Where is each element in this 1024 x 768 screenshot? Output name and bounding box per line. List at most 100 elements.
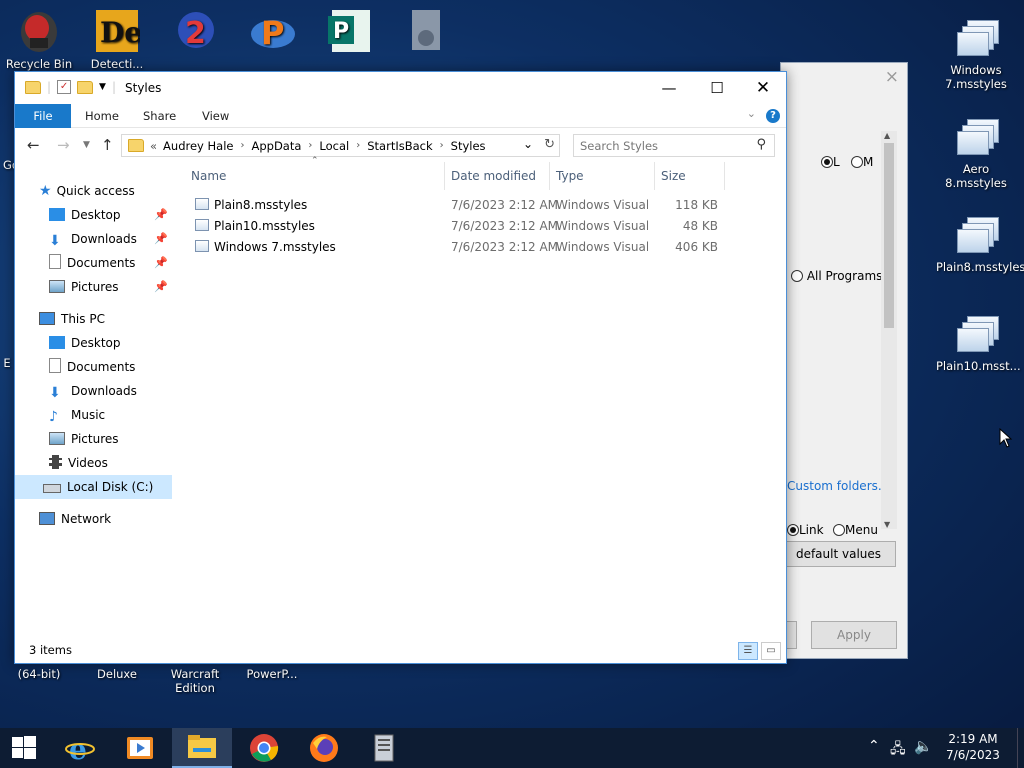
custom-folders-link[interactable]: Custom folders... xyxy=(787,479,889,493)
customize-toolbar-icon[interactable]: ▼ xyxy=(99,82,106,92)
msstyles-file-icon xyxy=(953,18,999,60)
radio-empty-icon xyxy=(791,270,803,282)
desktop-icon-detective[interactable]: De Detecti... xyxy=(78,8,156,71)
search-input[interactable]: Search Styles ⚲ xyxy=(573,134,775,157)
taskbar-internet-explorer[interactable]: e xyxy=(50,728,110,768)
back-arrow-icon[interactable]: ← xyxy=(27,136,40,154)
column-header-type[interactable]: Type xyxy=(550,162,655,190)
volume-icon[interactable]: 🔈 xyxy=(914,737,933,755)
system-clock[interactable]: 2:19 AM 7/6/2023 xyxy=(940,731,1006,763)
taskbar-file-explorer[interactable] xyxy=(172,728,232,768)
nav-pc-music[interactable]: ♪ Music xyxy=(15,403,172,427)
desktop-icon-plain8-msstyles[interactable]: Plain8.msstyles xyxy=(936,215,1024,274)
breadcrumb-startisback[interactable]: StartIsBack xyxy=(367,139,432,153)
scroll-down-icon[interactable]: ▼ xyxy=(884,520,890,529)
radio-all-programs[interactable]: All Programs xyxy=(791,269,882,283)
pin-icon[interactable]: 📌 xyxy=(154,275,168,299)
desktop-icon-gear[interactable] xyxy=(386,8,464,57)
nav-pc-desktop[interactable]: Desktop xyxy=(15,331,172,355)
pin-icon[interactable]: 📌 xyxy=(154,251,168,275)
scroll-up-icon[interactable]: ▲ xyxy=(884,131,890,140)
radio-menu[interactable]: Menu xyxy=(833,523,878,537)
nav-network[interactable]: Network xyxy=(15,507,172,531)
up-arrow-icon[interactable]: ↑ xyxy=(101,136,114,154)
expand-ribbon-icon[interactable]: ⌄ xyxy=(747,107,756,120)
column-header-name[interactable]: Name xyxy=(185,162,445,190)
nav-quick-access[interactable]: ★ Quick access xyxy=(15,179,172,203)
nav-qa-downloads[interactable]: ⬇ Downloads 📌 xyxy=(15,227,172,251)
desktop-icon-label: Plain8.msstyles xyxy=(936,260,1024,274)
recent-locations-chevron-icon[interactable]: ▼ xyxy=(83,140,90,150)
help-icon[interactable]: ? xyxy=(766,109,780,123)
breadcrumb-separator-icon[interactable]: › xyxy=(240,140,244,151)
breadcrumb-separator-icon[interactable]: › xyxy=(308,140,312,151)
apply-button[interactable]: Apply xyxy=(811,621,897,649)
scrollbar-thumb[interactable] xyxy=(884,143,894,328)
large-icons-view-icon[interactable]: ▭ xyxy=(761,642,781,660)
settings-scrollbar[interactable]: ▲ ▼ xyxy=(881,131,897,529)
svg-text:De: De xyxy=(100,16,140,49)
maximize-button[interactable]: ☐ xyxy=(694,72,740,104)
default-values-button[interactable]: default values xyxy=(781,541,896,567)
firefox-icon xyxy=(310,734,338,762)
radio-link[interactable]: Link xyxy=(787,523,824,537)
address-dropdown-icon[interactable]: ⌄ xyxy=(523,137,533,151)
tab-file[interactable]: File xyxy=(15,104,71,128)
breadcrumb-separator-icon[interactable]: › xyxy=(440,140,444,151)
desktop-icon-aero8-msstyles[interactable]: Aero 8.msstyles xyxy=(936,117,1016,190)
properties-icon[interactable]: ✓ xyxy=(57,80,72,94)
start-button[interactable] xyxy=(0,728,48,768)
nav-pc-documents[interactable]: Documents xyxy=(15,355,172,379)
nav-pc-local-disk[interactable]: Local Disk (C:) xyxy=(15,475,172,499)
network-status-icon[interactable]: 🖧 xyxy=(890,738,906,762)
desktop-icon-app-p[interactable]: P xyxy=(233,8,311,57)
column-header-date[interactable]: Date modified xyxy=(445,162,550,190)
taskbar-media-player[interactable] xyxy=(110,728,170,768)
desktop-icon-recycle-bin[interactable]: Recycle Bin xyxy=(0,8,78,71)
pin-icon[interactable]: 📌 xyxy=(154,203,168,227)
address-bar[interactable]: « Audrey Hale › AppData › Local › StartI… xyxy=(121,134,560,157)
forward-arrow-icon[interactable]: → xyxy=(57,136,70,154)
nav-pc-downloads[interactable]: ⬇ Downloads xyxy=(15,379,172,403)
breadcrumb-styles[interactable]: Styles xyxy=(451,139,486,153)
pictures-icon xyxy=(49,432,65,445)
tab-home[interactable]: Home xyxy=(85,104,119,128)
radio-option-m[interactable]: M xyxy=(851,155,873,169)
breadcrumb-appdata[interactable]: AppData xyxy=(251,139,301,153)
taskbar-chrome[interactable] xyxy=(234,728,294,768)
breadcrumb-local[interactable]: Local xyxy=(319,139,349,153)
file-row-windows7[interactable]: Windows 7.msstyles 7/6/2023 2:12 AM Wind… xyxy=(185,237,745,258)
show-desktop-button[interactable] xyxy=(1017,728,1024,768)
desktop-icon-windows7-msstyles[interactable]: Windows 7.msstyles xyxy=(936,18,1016,91)
close-button[interactable]: ✕ xyxy=(740,72,786,104)
title-bar[interactable]: | ✓ ▼ | Styles — ☐ ✕ xyxy=(15,72,786,104)
pin-icon[interactable]: 📌 xyxy=(154,227,168,251)
new-folder-icon[interactable] xyxy=(77,80,94,94)
column-header-size[interactable]: Size xyxy=(655,162,725,190)
nav-qa-desktop[interactable]: Desktop 📌 xyxy=(15,203,172,227)
tab-view[interactable]: View xyxy=(202,104,229,128)
tab-share[interactable]: Share xyxy=(143,104,176,128)
refresh-icon[interactable]: ↻ xyxy=(544,137,555,152)
breadcrumb-separator-icon[interactable]: › xyxy=(356,140,360,151)
nav-pc-videos[interactable]: Videos xyxy=(15,451,172,475)
file-row-plain8[interactable]: Plain8.msstyles 7/6/2023 2:12 AM Windows… xyxy=(185,195,745,216)
details-view-icon[interactable]: ☰ xyxy=(738,642,758,660)
desktop-icon-app-2[interactable]: 2 xyxy=(156,8,234,57)
radio-option-l[interactable]: L xyxy=(821,155,840,169)
close-icon[interactable]: × xyxy=(885,67,899,87)
nav-pc-pictures[interactable]: Pictures xyxy=(15,427,172,451)
desktop-icon-plain10-msstyles[interactable]: Plain10.msst... xyxy=(936,314,1021,373)
file-row-plain10[interactable]: Plain10.msstyles 7/6/2023 2:12 AM Window… xyxy=(185,216,745,237)
msstyles-file-icon xyxy=(953,314,999,356)
nav-this-pc[interactable]: This PC xyxy=(15,307,172,331)
breadcrumb-audrey-hale[interactable]: Audrey Hale xyxy=(163,139,233,153)
nav-qa-pictures[interactable]: Pictures 📌 xyxy=(15,275,172,299)
taskbar-server-app[interactable] xyxy=(354,728,414,768)
desktop-icon-publisher[interactable]: P xyxy=(310,8,388,57)
show-hidden-icons-chevron-icon[interactable]: ⌃ xyxy=(868,738,880,754)
minimize-button[interactable]: — xyxy=(646,72,692,104)
address-overflow[interactable]: « xyxy=(150,139,157,153)
taskbar-firefox[interactable] xyxy=(294,728,354,768)
nav-qa-documents[interactable]: Documents 📌 xyxy=(15,251,172,275)
